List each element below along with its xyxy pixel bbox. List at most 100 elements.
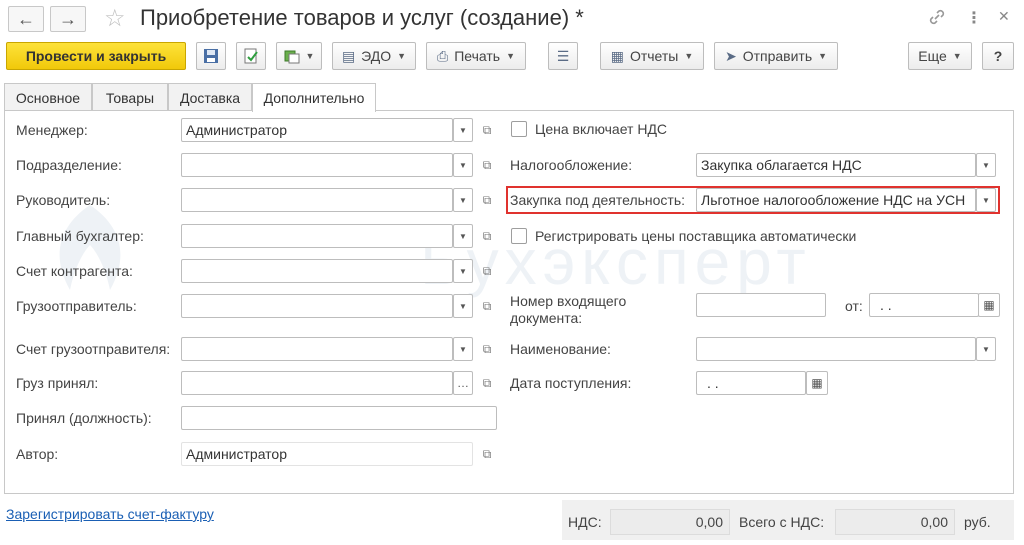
chief-accountant-open-button[interactable]: ⧉ — [478, 224, 496, 248]
name-dropdown[interactable]: ▼ — [976, 337, 996, 361]
cargo-received-field[interactable] — [181, 371, 453, 395]
manager-open-button[interactable]: ⧉ — [478, 118, 496, 142]
taxation-label: Налогообложение: — [510, 157, 633, 173]
favorite-star-icon[interactable]: ☆ — [104, 6, 126, 32]
author-field: Администратор — [181, 442, 473, 466]
more-menu-icon[interactable]: ⋮ — [966, 8, 982, 28]
taxation-dropdown[interactable]: ▼ — [976, 153, 996, 177]
post-and-close-button[interactable]: Провести и закрыть — [6, 42, 186, 70]
dropdown-arrow-icon: ▼ — [818, 51, 828, 61]
manager-label: Менеджер: — [16, 122, 88, 138]
head-field[interactable] — [181, 188, 453, 212]
incoming-number-field[interactable] — [696, 293, 826, 317]
shipper-account-open-button[interactable]: ⧉ — [478, 337, 496, 361]
reports-icon: ▦ — [610, 47, 624, 64]
command-bar: Провести и закрыть ▼ ▤ ЭДО ▼ ⎙ Печать ▼ … — [0, 42, 1024, 72]
reports-button[interactable]: ▦ Отчеты ▼ — [600, 42, 704, 70]
division-open-button[interactable]: ⧉ — [478, 153, 496, 177]
cargo-received-label: Груз принял: — [16, 375, 99, 391]
receipt-date-calendar-button[interactable]: ▦ — [806, 371, 828, 395]
chief-accountant-field[interactable] — [181, 224, 453, 248]
help-button[interactable]: ? — [982, 42, 1014, 70]
print-button[interactable]: ⎙ Печать ▼ — [426, 42, 526, 70]
dropdown-arrow-icon: ▼ — [506, 51, 515, 61]
shipper-account-field[interactable] — [181, 337, 453, 361]
chevron-down-icon: ▼ — [459, 160, 467, 170]
head-label: Руководитель: — [16, 192, 111, 208]
create-based-icon — [284, 50, 300, 64]
currency-label: руб. — [964, 514, 991, 530]
shipper-field[interactable] — [181, 294, 453, 318]
total-with-vat-field: 0,00 — [835, 509, 955, 535]
name-field[interactable] — [696, 337, 976, 361]
chevron-down-icon: ▼ — [982, 344, 990, 354]
taxation-field[interactable]: Закупка облагается НДС — [696, 153, 976, 177]
chevron-down-icon: ▼ — [982, 160, 990, 170]
contractor-account-open-button[interactable]: ⧉ — [478, 259, 496, 283]
author-label: Автор: — [16, 446, 59, 462]
shipper-dropdown[interactable]: ▼ — [453, 294, 473, 318]
shipper-account-dropdown[interactable]: ▼ — [453, 337, 473, 361]
post-document-icon — [244, 48, 258, 64]
more-button[interactable]: Еще ▼ — [908, 42, 972, 70]
from-date-field[interactable]: . . — [869, 293, 979, 317]
contractor-account-dropdown[interactable]: ▼ — [453, 259, 473, 283]
chevron-down-icon: ▼ — [459, 125, 467, 135]
manager-dropdown[interactable]: ▼ — [453, 118, 473, 142]
arrow-left-icon: ← — [17, 8, 35, 29]
arrow-right-icon: → — [59, 8, 77, 29]
from-date-calendar-button[interactable]: ▦ — [978, 293, 1000, 317]
author-open-button[interactable]: ⧉ — [478, 442, 496, 466]
cargo-received-select-button[interactable]: … — [453, 371, 473, 395]
more-label: Еще — [918, 48, 947, 64]
vat-label: НДС: — [568, 514, 602, 530]
forward-button[interactable]: → — [50, 6, 86, 32]
tab-delivery[interactable]: Доставка — [168, 83, 252, 111]
price-includes-vat-checkbox[interactable] — [511, 121, 527, 137]
back-button[interactable]: ← — [8, 6, 44, 32]
cargo-received-open-button[interactable]: ⧉ — [478, 371, 496, 395]
shipper-open-button[interactable]: ⧉ — [478, 294, 496, 318]
vat-total-field: 0,00 — [610, 509, 730, 535]
division-label: Подразделение: — [16, 157, 122, 173]
receipt-date-field[interactable]: . . — [696, 371, 806, 395]
document-journal-button[interactable]: ☰ — [548, 42, 578, 70]
contractor-account-field[interactable] — [181, 259, 453, 283]
head-open-button[interactable]: ⧉ — [478, 188, 496, 212]
send-icon: ➤ — [724, 47, 737, 64]
tab-goods[interactable]: Товары — [92, 83, 168, 111]
manager-field[interactable]: Администратор — [181, 118, 453, 142]
open-form-icon: ⧉ — [482, 341, 492, 356]
dropdown-arrow-icon: ▼ — [397, 51, 407, 61]
open-form-icon: ⧉ — [482, 228, 492, 243]
receipt-date-label: Дата поступления: — [510, 375, 632, 391]
link-icon[interactable] — [928, 8, 946, 31]
chief-accountant-label: Главный бухгалтер: — [16, 228, 144, 244]
chief-accountant-dropdown[interactable]: ▼ — [453, 224, 473, 248]
edo-icon: ▤ — [341, 47, 356, 64]
edo-button[interactable]: ▤ ЭДО ▼ — [332, 42, 416, 70]
post-button[interactable] — [236, 42, 266, 70]
tab-main[interactable]: Основное — [4, 83, 92, 111]
division-field[interactable] — [181, 153, 453, 177]
open-form-icon: ⧉ — [482, 263, 492, 278]
name-label: Наименование: — [510, 341, 611, 357]
tab-additional[interactable]: Дополнительно — [252, 83, 376, 112]
open-form-icon: ⧉ — [482, 375, 492, 390]
watermark-logo — [59, 205, 121, 290]
received-position-field[interactable] — [181, 406, 497, 430]
create-based-on-button[interactable]: ▼ — [276, 42, 322, 70]
save-button[interactable] — [196, 42, 226, 70]
total-with-vat-label: Всего с НДС: — [739, 514, 825, 530]
calendar-icon: ▦ — [983, 298, 995, 312]
division-dropdown[interactable]: ▼ — [453, 153, 473, 177]
register-prices-checkbox[interactable] — [511, 228, 527, 244]
highlight-frame — [506, 186, 1000, 214]
register-invoice-link[interactable]: Зарегистрировать счет-фактуру — [6, 506, 214, 522]
head-dropdown[interactable]: ▼ — [453, 188, 473, 212]
dropdown-arrow-icon: ▼ — [684, 51, 694, 61]
close-icon[interactable]: ✕ — [998, 8, 1010, 25]
open-form-icon: ⧉ — [482, 446, 492, 461]
send-button[interactable]: ➤ Отправить ▼ — [714, 42, 838, 70]
reports-label: Отчеты — [629, 48, 679, 64]
